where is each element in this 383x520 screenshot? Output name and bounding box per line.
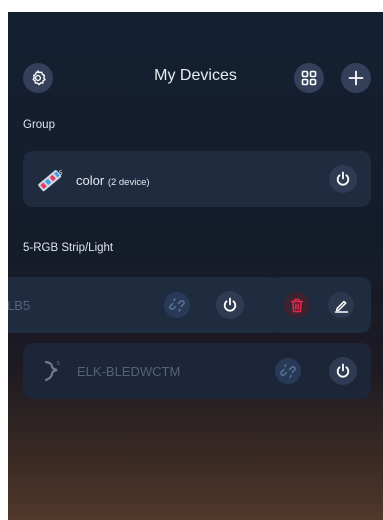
group-device-count: (2 device) bbox=[107, 177, 150, 188]
edit-icon bbox=[334, 300, 348, 313]
swipe-actions-panel bbox=[269, 277, 371, 333]
group-title: color bbox=[76, 173, 105, 188]
unlink-icon bbox=[280, 364, 296, 378]
strip-light-icon: 5 bbox=[44, 360, 60, 382]
app-screen: My Devices Group 5 color (2 device) 5-RG… bbox=[8, 12, 383, 520]
page-title: My Devices bbox=[154, 67, 237, 84]
plus-icon bbox=[348, 70, 364, 86]
svg-text:5: 5 bbox=[59, 171, 63, 177]
device-power-button[interactable] bbox=[216, 291, 244, 319]
unlink-button[interactable] bbox=[275, 358, 301, 384]
power-icon bbox=[223, 297, 237, 312]
grid-icon bbox=[301, 70, 317, 86]
group-name: color (2 device) bbox=[76, 173, 150, 188]
device-power-button[interactable] bbox=[329, 357, 357, 385]
grid-view-button[interactable] bbox=[294, 63, 324, 93]
status-bar bbox=[8, 12, 383, 34]
device-card[interactable]: 5 ELK-BLEDWCTM bbox=[23, 343, 371, 399]
device-name: ELK-BLEDWCTM bbox=[77, 364, 181, 379]
delete-button[interactable] bbox=[284, 292, 310, 318]
power-icon bbox=[336, 171, 350, 186]
device-name-partial: LB5 bbox=[8, 298, 31, 313]
unlink-button[interactable] bbox=[164, 292, 190, 318]
edit-button[interactable] bbox=[328, 292, 354, 318]
device-card-swiped[interactable]: LB5 bbox=[8, 277, 280, 333]
strip-section-label: 5-RGB Strip/Light bbox=[23, 242, 114, 254]
trash-icon bbox=[290, 298, 304, 312]
unlink-icon bbox=[169, 298, 185, 312]
svg-text:5: 5 bbox=[57, 361, 60, 367]
group-card[interactable]: 5 color (2 device) bbox=[23, 151, 371, 207]
add-device-button[interactable] bbox=[341, 63, 371, 93]
group-power-button[interactable] bbox=[329, 165, 357, 193]
rgb-strip-icon: 5 bbox=[38, 170, 63, 192]
group-section-label: Group bbox=[23, 119, 55, 131]
power-icon bbox=[336, 363, 350, 378]
